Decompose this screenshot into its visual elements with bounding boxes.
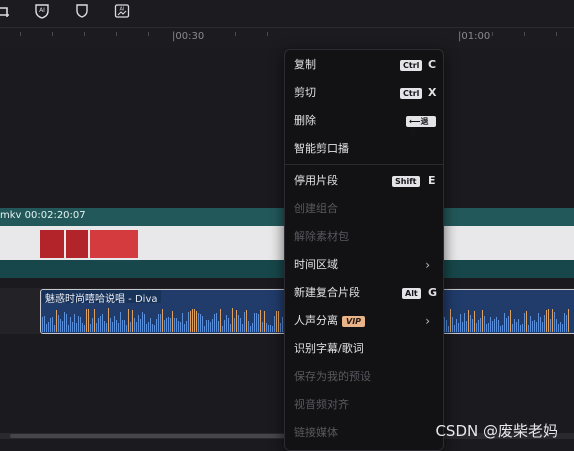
menu-item-new-compound[interactable]: 新建复合片段 Alt G [294, 281, 438, 305]
ai-shield-icon[interactable]: AI [34, 3, 50, 19]
menu-item-delete[interactable]: 删除 ⟵退格 [294, 109, 436, 137]
context-menu: 复制 Ctrl C 剪切 Ctrl X 删除 ⟵退格 智能剪口播 停用片段 Sh… [284, 49, 444, 451]
shortcut-ctrl-badge: Ctrl [400, 60, 423, 71]
menu-item-label: 复制 [294, 58, 316, 71]
shortcut-key: G [428, 286, 438, 299]
shortcut-backspace-badge: ⟵退格 [406, 116, 436, 137]
shortcut-key: E [428, 174, 436, 187]
watermark: CSDN @废柴老妈 [435, 422, 558, 440]
menu-item-link-media[interactable]: 链接媒体 [294, 421, 436, 445]
menu-item-recognize-subtitles[interactable]: 识别字幕/歌词 [294, 337, 436, 361]
shortcut-key: X [428, 86, 437, 99]
menu-item-dissolve-material[interactable]: 解除素材包 [294, 225, 436, 249]
timeline-toolbar: AI AI [0, 0, 574, 27]
menu-item-label: 识别字幕/歌词 [294, 342, 364, 355]
menu-item-label: 智能剪口播 [294, 142, 349, 155]
ruler-label-0030: |00:30 [172, 31, 205, 42]
menu-item-label: 停用片段 [294, 174, 338, 187]
menu-item-label: 时间区域 [294, 258, 338, 271]
menu-item-save-preset[interactable]: 保存为我的预设 [294, 365, 436, 389]
vip-badge: VIP [342, 316, 366, 327]
svg-text:AI: AI [120, 7, 125, 13]
menu-item-label: 保存为我的预设 [294, 370, 371, 383]
thumbnail-frame [90, 230, 138, 258]
thumbnail-frame [66, 230, 88, 258]
shortcut-key: C [428, 58, 437, 71]
menu-item-label: 链接媒体 [294, 426, 338, 439]
scrollbar-thumb[interactable] [10, 434, 285, 438]
chevron-right-icon: › [425, 258, 430, 272]
menu-item-label: 人声分离 [294, 314, 338, 327]
menu-separator [285, 164, 443, 165]
menu-item-create-group[interactable]: 创建组合 [294, 197, 436, 221]
crop-icon[interactable] [0, 3, 12, 19]
thumbnail-frame [40, 230, 64, 258]
menu-item-time-range[interactable]: 时间区域 › [294, 253, 436, 277]
menu-item-label: 剪切 [294, 86, 316, 99]
menu-item-vocal-separation[interactable]: 人声分离 VIP › [294, 309, 436, 333]
menu-item-cut[interactable]: 剪切 Ctrl X [294, 81, 436, 105]
video-clip-name: mkv 00:02:20:07 [0, 210, 86, 221]
shield-icon[interactable] [74, 3, 90, 19]
shortcut-alt-badge: Alt [402, 288, 421, 299]
menu-item-disable-clip[interactable]: 停用片段 Shift E [294, 169, 436, 193]
menu-item-label: 解除素材包 [294, 230, 349, 243]
menu-item-smart-cut[interactable]: 智能剪口播 [294, 137, 436, 161]
menu-item-av-align[interactable]: 视音频对齐 [294, 393, 436, 417]
ai-image-icon[interactable]: AI [114, 3, 130, 19]
time-ruler[interactable]: |00:30 |01:00 [0, 27, 574, 48]
menu-item-label: 创建组合 [294, 202, 338, 215]
shortcut-shift-badge: Shift [392, 176, 420, 187]
svg-text:AI: AI [39, 7, 45, 14]
audio-clip-title: 魅惑时尚嘻哈说唱 - Diva [42, 290, 161, 305]
menu-item-label: 删除 [294, 114, 316, 127]
menu-item-label: 新建复合片段 [294, 286, 360, 299]
chevron-right-icon: › [425, 314, 430, 328]
shortcut-ctrl-badge: Ctrl [400, 88, 423, 99]
menu-item-copy[interactable]: 复制 Ctrl C [294, 53, 436, 77]
menu-item-label: 视音频对齐 [294, 398, 349, 411]
ruler-label-0100: |01:00 [458, 31, 491, 42]
